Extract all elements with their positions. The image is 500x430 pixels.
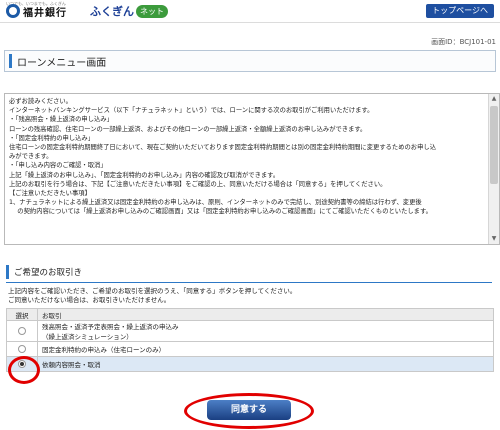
notice-line: 1、ナチュラネットによる繰上返済又は固定金利特約のお申し込みは、原則、インターネ… [9, 199, 422, 207]
notice-line: ・「固定金利特約の申し込み」 [9, 134, 95, 142]
notice-line: 上記のお取引を行う場合は、下記【ご注意いただきたい事項】をご確認の上、同意いただ… [9, 180, 387, 188]
screen-id: 画面ID：BCJ101-01 [431, 38, 496, 46]
notice-textbox[interactable]: 必ずお読みください。インターネットバンキングサービス（以下「ナチュラネット」とい… [4, 93, 500, 245]
page-title: ローンメニュー画面 [17, 58, 107, 69]
brand-net-badge: ネット [136, 4, 168, 18]
instruction-line: 上記内容をご確認いただき、ご希望のお取引を選択のうえ、「同意する」ボタンを押して… [8, 287, 297, 295]
brand-name: ふくぎん [90, 5, 134, 18]
row-sublabel: （繰上返済シミュレーション） [42, 333, 133, 341]
radio-button[interactable] [18, 327, 26, 335]
section-divider [6, 282, 492, 283]
table-row[interactable]: 依頼内容照会・取消 [6, 356, 494, 372]
row-label: 依頼内容照会・取消 [37, 356, 494, 372]
section-title: ご希望のお取引き [14, 268, 83, 278]
scroll-thumb[interactable] [490, 106, 498, 184]
radio-button-selected[interactable] [18, 360, 26, 368]
transaction-table: 選択 お取引 残高照会・返済予定表照会・繰上返済の申込み （繰上返済シミュレーシ… [6, 308, 494, 372]
bank-logo-icon [6, 4, 20, 18]
scroll-down-icon[interactable]: ▼ [489, 234, 499, 244]
notice-text: 必ずお読みください。インターネットバンキングサービス（以下「ナチュラネット」とい… [9, 97, 483, 217]
agree-button[interactable]: 同意する [207, 400, 291, 420]
service-brand: ふくぎん ネット [90, 3, 168, 19]
radio-button[interactable] [18, 345, 26, 353]
notice-line: インターネットバンキングサービス（以下「ナチュラネット」という）では、ローンに関… [9, 107, 374, 115]
instruction-line: ご同意いただけない場合は、お取引きいただけません。 [8, 296, 171, 304]
row-label: 固定金利特約の申込み（住宅ローンのみ） [37, 341, 494, 357]
notice-scrollbar[interactable]: ▲ ▼ [488, 94, 499, 244]
notice-line: ローンの残高確認、住宅ローンの一部繰上返済、およびその他ローンの一部繰上返済・全… [9, 125, 367, 133]
column-header-transaction: お取引 [37, 308, 494, 321]
top-page-button[interactable]: トップページへ [426, 4, 494, 18]
instructions: 上記内容をご確認いただき、ご希望のお取引を選択のうえ、「同意する」ボタンを押して… [8, 287, 296, 305]
notice-line: 必ずお読みください。 [9, 98, 72, 105]
bank-logo[interactable]: いつでも、いつまでも。ふくぎん 福井銀行 [6, 1, 67, 19]
notice-line: 上記「繰上返済のお申し込み」、「固定金利特約のお申し込み」内容の確認及び取消がで… [9, 171, 280, 179]
row-label: 残高照会・返済予定表照会・繰上返済の申込み [42, 323, 179, 331]
column-header-select: 選択 [6, 308, 38, 321]
notice-line: 住宅ローンの固定金利特約期間終了日において、現在ご契約いただいております固定金利… [9, 144, 436, 152]
notice-line: 【ご注意いただきたい事項】 [9, 190, 91, 198]
notice-line: みができます。 [9, 153, 53, 161]
scroll-up-icon[interactable]: ▲ [489, 94, 499, 104]
table-row[interactable]: 残高照会・返済予定表照会・繰上返済の申込み （繰上返済シミュレーション） [6, 320, 494, 342]
table-row[interactable]: 固定金利特約の申込み（住宅ローンのみ） [6, 341, 494, 357]
section-heading: ご希望のお取引き [6, 262, 492, 283]
notice-line: ・「残高照会・繰上返済の申し込み」 [9, 116, 113, 124]
notice-line: ・「申し込み内容のご確認・取消」 [9, 162, 107, 170]
header: いつでも、いつまでも。ふくぎん 福井銀行 ふくぎん ネット トップページへ [0, 0, 500, 23]
page-title-box: ローンメニュー画面 [4, 50, 496, 72]
notice-line: の契約内容については「繰上返済お申し込みのご確認画面」又は「固定金利特約お申し込… [9, 208, 432, 216]
